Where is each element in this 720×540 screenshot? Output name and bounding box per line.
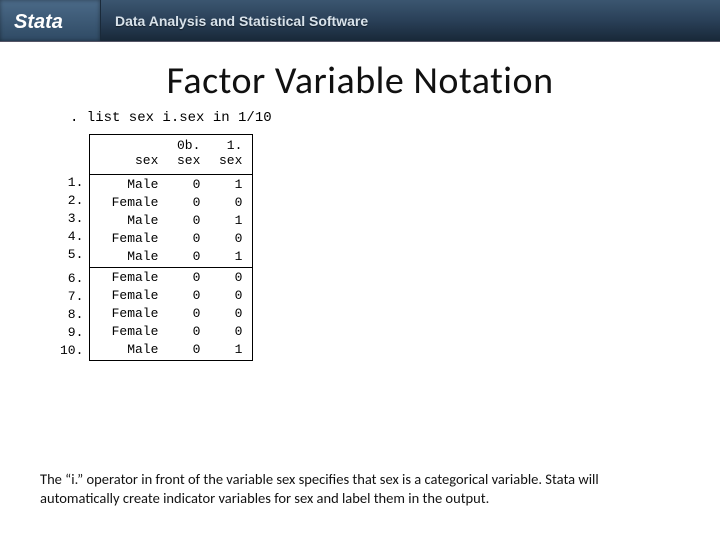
row-number: 7.	[60, 288, 83, 306]
table-row: Female00	[100, 269, 242, 287]
table-row: Female00	[100, 287, 242, 305]
app-header: Stata Data Analysis and Statistical Soft…	[0, 0, 720, 42]
table-row: Male01	[100, 341, 242, 359]
row-number: 2.	[60, 192, 83, 210]
table-row: Male01	[100, 176, 242, 194]
row-number: 10.	[60, 342, 83, 360]
brand-tagline: Data Analysis and Statistical Software	[115, 13, 368, 29]
slide-title: Factor Variable Notation	[0, 58, 720, 104]
table-row: Male01	[100, 248, 242, 266]
table-row: Female00	[100, 194, 242, 212]
row-number: 6.	[60, 270, 83, 288]
slide-caption: The “i.” operator in front of the variab…	[40, 470, 680, 508]
output-table: 1. 2. 3. 4. 5. 6. 7. 8. 9. 10. 0b.1.sexs…	[60, 134, 720, 361]
table-row: Female00	[100, 305, 242, 323]
table-row: Male01	[100, 212, 242, 230]
row-number: 3.	[60, 210, 83, 228]
row-number: 4.	[60, 228, 83, 246]
brand-logo: Stata	[0, 0, 101, 41]
data-box: 0b.1.sexsexsex Male01 Female00 Male01 Fe…	[89, 134, 253, 361]
table-row: Female00	[100, 230, 242, 248]
table-row: Female00	[100, 323, 242, 341]
command-line: . list sex i.sex in 1/10	[70, 110, 720, 128]
row-number-column: 1. 2. 3. 4. 5. 6. 7. 8. 9. 10.	[60, 134, 89, 361]
row-group: Male01 Female00 Male01 Female00 Male01	[90, 175, 252, 267]
row-number: 8.	[60, 306, 83, 324]
svg-text:Stata: Stata	[14, 11, 63, 33]
stata-output-block: . list sex i.sex in 1/10	[70, 110, 720, 128]
row-number: 9.	[60, 324, 83, 342]
column-headers: 0b.1.sexsexsex	[90, 135, 252, 175]
row-number: 1.	[60, 174, 83, 192]
row-group: Female00 Female00 Female00 Female00 Male…	[90, 267, 252, 360]
row-number: 5.	[60, 246, 83, 264]
